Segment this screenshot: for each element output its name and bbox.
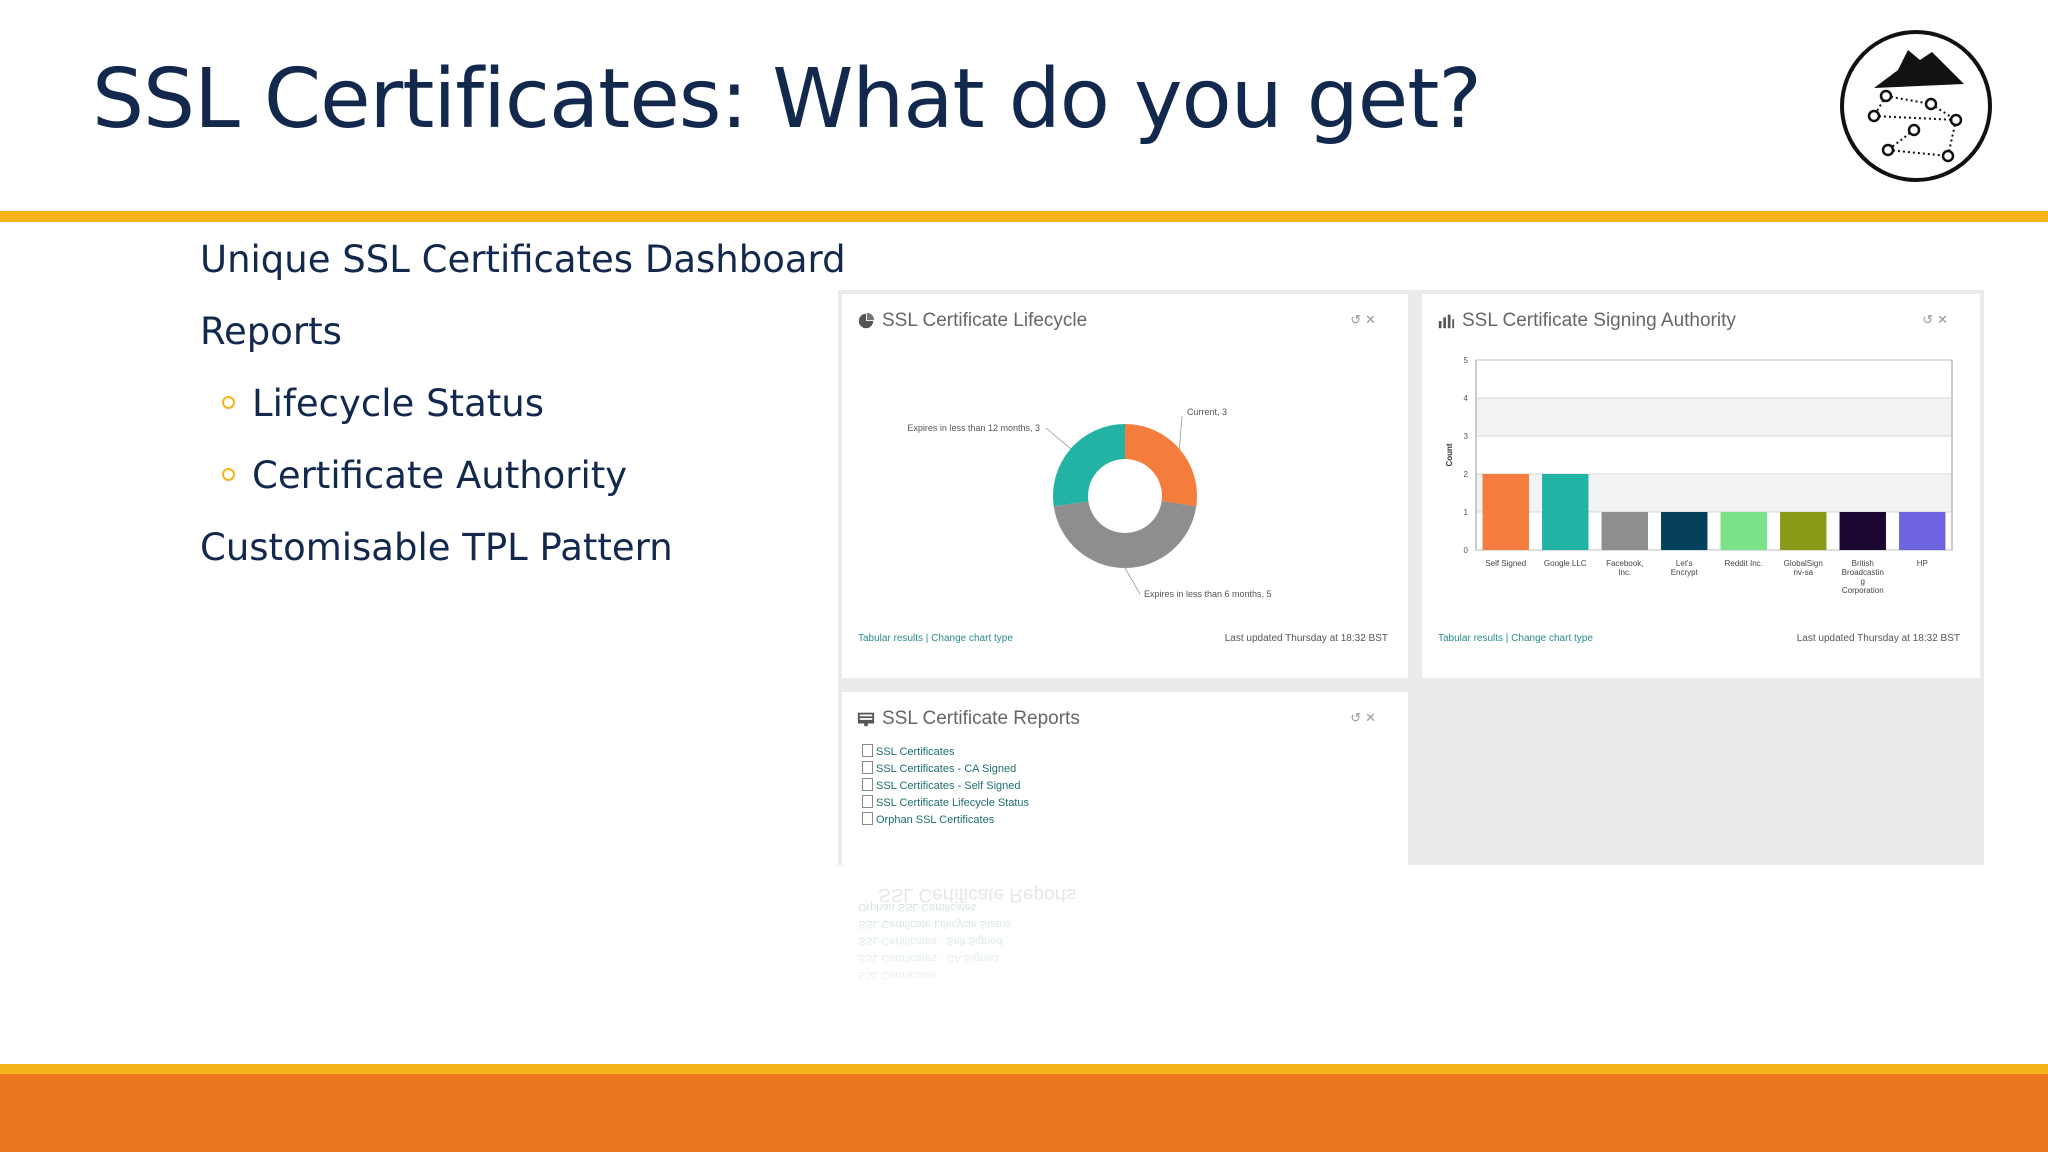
sub-bullet-item: Certificate Authority xyxy=(200,454,627,497)
bar-chart-icon xyxy=(1438,314,1455,329)
report-link[interactable]: SSL Certificate Lifecycle Status xyxy=(862,795,1029,812)
report-link[interactable]: SSL Certificates - CA Signed xyxy=(862,761,1029,778)
report-doc-icon xyxy=(862,761,873,774)
tabular-results-link[interactable]: Tabular results | Change chart type xyxy=(858,633,1013,644)
report-doc-icon xyxy=(862,778,873,791)
lifecycle-panel: SSL Certificate Lifecycle ↺✕ Current, 3 E… xyxy=(842,294,1408,678)
pie-chart-icon xyxy=(858,312,875,329)
x-tick-label: Inc. xyxy=(1618,568,1631,577)
report-list: SSL Certificates SSL Certificates - CA S… xyxy=(862,744,1029,829)
bar xyxy=(1839,512,1886,550)
reflection-fade xyxy=(838,865,1984,1045)
donut-data-label: Expires in less than 6 months, 5 xyxy=(1144,589,1272,599)
report-link[interactable]: SSL Certificates xyxy=(862,744,1029,761)
bar xyxy=(1482,474,1529,550)
close-icon[interactable]: ✕ xyxy=(1937,312,1952,327)
bullet-dot-icon xyxy=(222,396,235,409)
donut-slice xyxy=(1053,424,1125,507)
report-link[interactable]: SSL Certificates - Self Signed xyxy=(862,778,1029,795)
plot-band xyxy=(1476,398,1952,436)
donut-label-leader xyxy=(1124,567,1141,595)
last-updated-text: Last updated Thursday at 18:32 BST xyxy=(1224,633,1388,644)
report-doc-icon xyxy=(862,795,873,808)
bar xyxy=(1720,512,1767,550)
authority-panel: SSL Certificate Signing Authority ↺✕ 0 1 2… xyxy=(1422,294,1980,678)
y-axis-label: Count xyxy=(1445,443,1454,466)
bullet-item: Customisable TPL Pattern xyxy=(200,526,673,569)
lifecycle-panel-title: SSL Certificate Lifecycle xyxy=(882,310,1088,331)
report-doc-icon xyxy=(862,812,873,825)
reports-panel-title: SSL Certificate Reports xyxy=(882,708,1080,729)
bar xyxy=(1601,512,1648,550)
report-link-label[interactable]: SSL Certificates - CA Signed xyxy=(876,763,1016,775)
report-link-label[interactable]: SSL Certificates xyxy=(876,746,954,758)
x-tick-label: Reddit Inc. xyxy=(1725,559,1763,568)
authority-panel-title: SSL Certificate Signing Authority xyxy=(1462,310,1736,331)
bullet-item: Reports xyxy=(200,310,342,353)
donut-data-label: Current, 3 xyxy=(1187,407,1227,417)
report-link-label[interactable]: SSL Certificate Lifecycle Status xyxy=(876,797,1029,809)
x-tick-label: Facebook, xyxy=(1606,559,1643,568)
y-tick-label: 2 xyxy=(1464,470,1469,479)
donut-data-label: Expires in less than 12 months, 3 xyxy=(907,423,1040,433)
donut-slice xyxy=(1053,501,1197,569)
reports-monitor-icon xyxy=(857,712,875,727)
x-tick-label: Let's xyxy=(1676,559,1693,568)
y-tick-label: 0 xyxy=(1464,546,1469,555)
y-tick-label: 4 xyxy=(1464,394,1469,403)
report-link[interactable]: Orphan SSL Certificates xyxy=(862,812,1029,829)
x-tick-label: Corporation xyxy=(1842,586,1884,595)
bar xyxy=(1899,512,1946,550)
donut-slice xyxy=(1125,424,1197,507)
bullet-dot-icon xyxy=(222,468,235,481)
close-icon[interactable]: ✕ xyxy=(1365,710,1380,725)
close-icon[interactable]: ✕ xyxy=(1365,312,1380,327)
plot-band xyxy=(1476,360,1952,398)
top-accent-rule xyxy=(0,211,2048,222)
donut-label-leader xyxy=(1179,415,1183,449)
report-link-label[interactable]: SSL Certificates - Self Signed xyxy=(876,780,1021,792)
bar xyxy=(1780,512,1827,550)
x-tick-label: Self Signed xyxy=(1485,559,1526,568)
lifecycle-donut-chart: Current, 3 Expires in less than 6 months,… xyxy=(907,407,1272,599)
x-tick-label: Google LLC xyxy=(1544,559,1587,568)
report-doc-icon xyxy=(862,744,873,757)
panel-controls[interactable]: ↺✕ xyxy=(1350,312,1380,328)
signing-authority-bar-chart: 0 1 2 3 4 5 Count Self Signed Google LLC Facebook… xyxy=(1445,356,1953,595)
reports-panel: SSL Certificate Reports ↺✕ SSL Certifica… xyxy=(842,692,1408,865)
dashboard-screenshot: SSL Certificate Lifecycle ↺✕ Current, 3E… xyxy=(838,290,1984,865)
sub-bullet-item: Lifecycle Status xyxy=(200,382,544,425)
sub-bullet-label: Certificate Authority xyxy=(252,454,628,497)
panel-controls[interactable]: ↺✕ xyxy=(1350,710,1380,726)
x-tick-label: HP xyxy=(1917,559,1928,568)
y-tick-label: 5 xyxy=(1464,356,1469,365)
refresh-icon[interactable]: ↺ xyxy=(1350,710,1365,725)
bottom-yellow-rule xyxy=(0,1064,2048,1074)
y-tick-label: 1 xyxy=(1464,508,1469,517)
plot-band xyxy=(1476,436,1952,474)
x-tick-label: GlobalSign xyxy=(1784,559,1823,568)
dashboard-reflection: SSL Certificates SSL Certificates - CA S… xyxy=(838,865,1984,1045)
y-tick-label: 3 xyxy=(1464,432,1469,441)
bar xyxy=(1661,512,1708,550)
tabular-results-link[interactable]: Tabular results | Change chart type xyxy=(1438,633,1593,644)
x-tick-label: British xyxy=(1852,559,1874,568)
refresh-icon[interactable]: ↺ xyxy=(1922,312,1937,327)
panel-controls[interactable]: ↺✕ xyxy=(1922,312,1952,328)
donut-label-leader xyxy=(1045,427,1071,450)
x-tick-label: nv-sa xyxy=(1793,568,1813,577)
bar xyxy=(1542,474,1589,550)
report-link-label[interactable]: Orphan SSL Certificates xyxy=(876,814,994,826)
refresh-icon[interactable]: ↺ xyxy=(1350,312,1365,327)
x-tick-label: Encrypt xyxy=(1671,568,1699,577)
bottom-orange-bar xyxy=(0,1074,2048,1152)
x-tick-label: Broadcastin xyxy=(1842,568,1884,577)
last-updated-text: Last updated Thursday at 18:32 BST xyxy=(1796,633,1960,644)
bullet-item: Unique SSL Certificates Dashboard xyxy=(200,238,846,281)
slide-title: SSL Certificates: What do you get? xyxy=(92,52,1482,147)
sub-bullet-label: Lifecycle Status xyxy=(252,382,544,425)
x-tick-label: g xyxy=(1861,577,1865,586)
mountain-network-logo-icon xyxy=(1840,30,1992,182)
